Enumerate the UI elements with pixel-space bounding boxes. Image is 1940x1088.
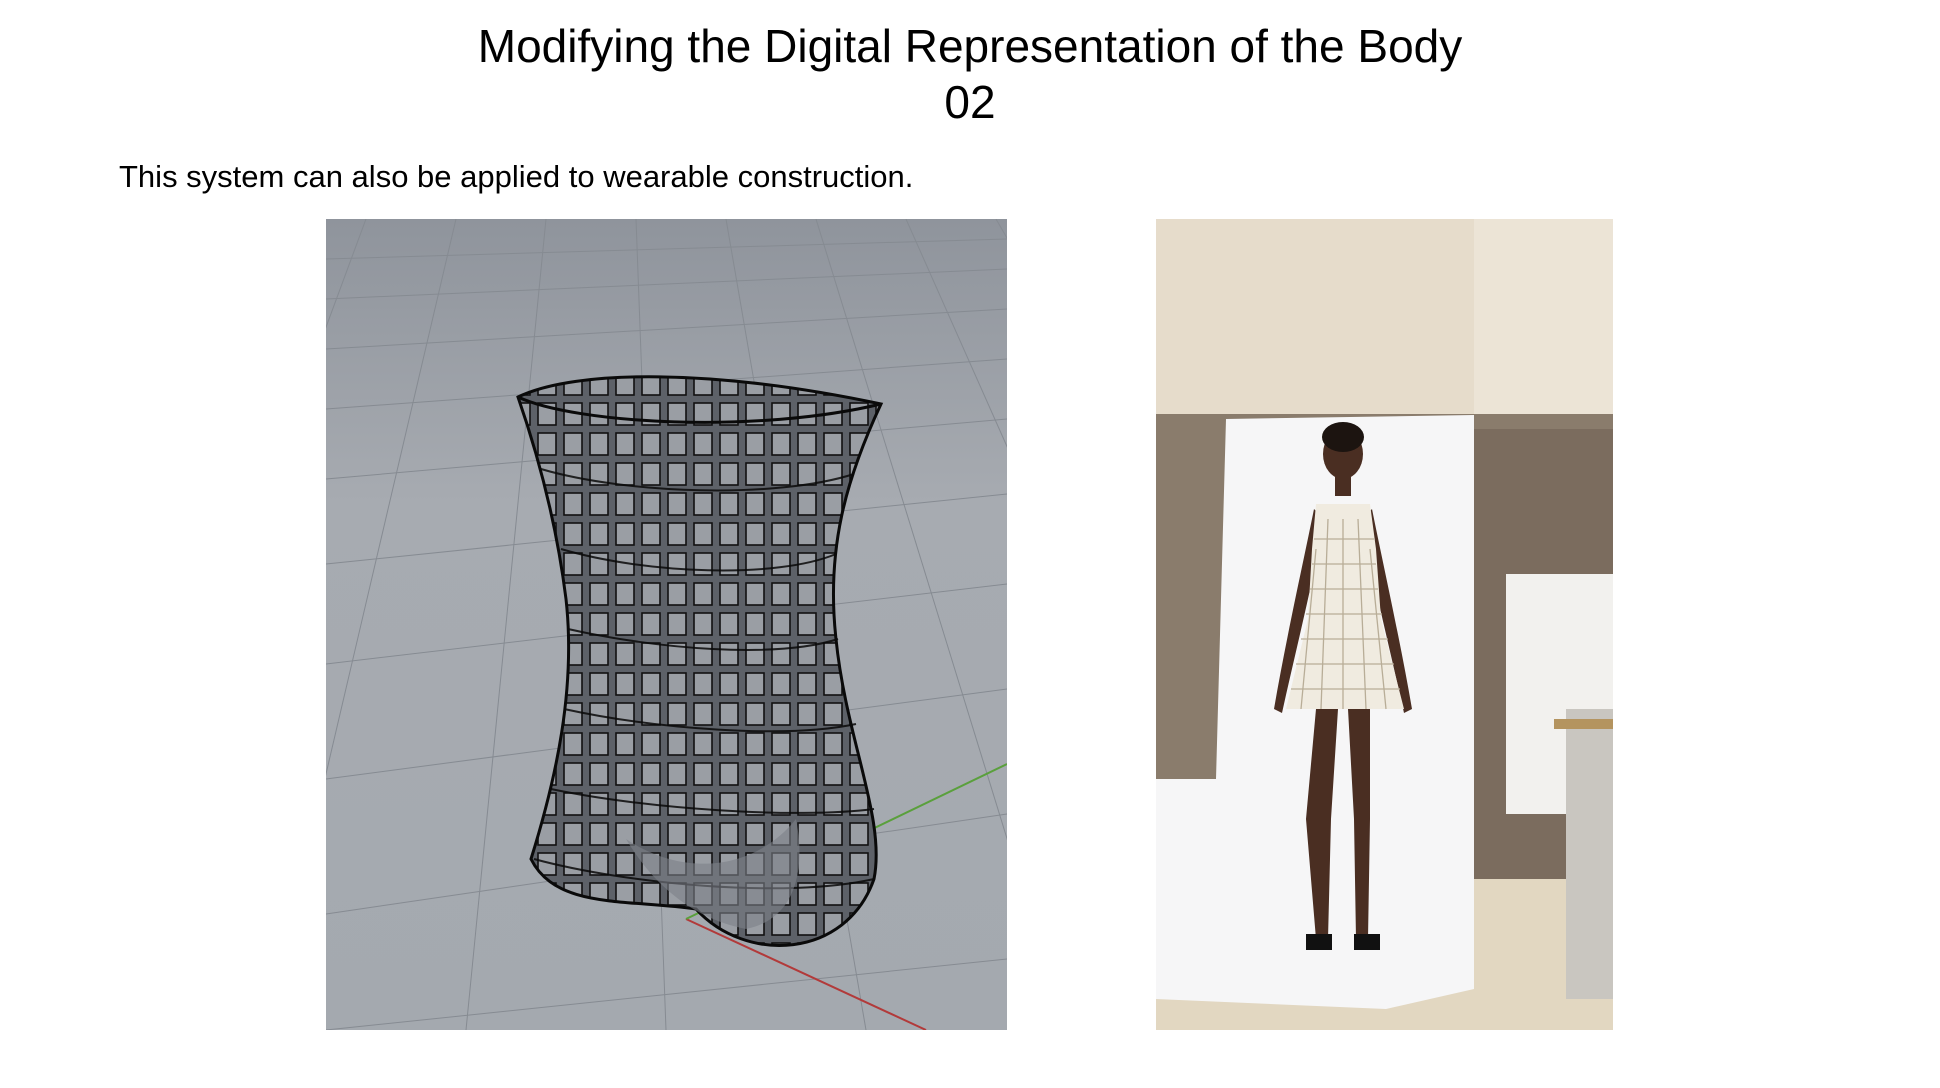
slide-title-line-1: Modifying the Digital Representation of … (477, 20, 1463, 72)
slide-body-text: This system can also be applied to weara… (119, 159, 914, 194)
cad-viewport (326, 219, 1007, 1030)
slide-title: Modifying the Digital Representation of … (0, 18, 1940, 130)
wireframe-form (516, 375, 884, 947)
photo-scene (1156, 219, 1613, 1030)
slide-title-line-2: 02 (944, 76, 996, 128)
cad-render-image (326, 219, 1007, 1030)
dress-photo-image (1156, 219, 1613, 1030)
